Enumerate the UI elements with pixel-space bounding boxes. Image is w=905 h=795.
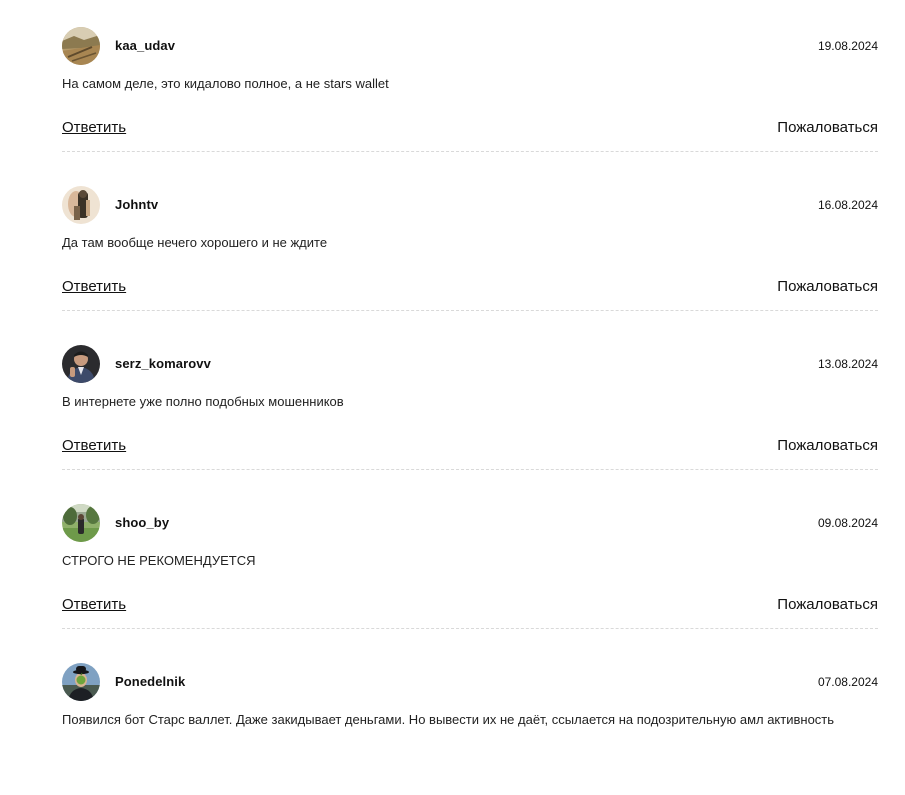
bowler-hat-man-avatar-icon[interactable] [62, 663, 100, 701]
comment-actions: Ответить Пожаловаться [62, 437, 878, 457]
comment-text: В интернете уже полно подобных мошеннико… [62, 394, 344, 409]
park-avatar-icon[interactable] [62, 504, 100, 542]
comment-header: Johntv 16.08.2024 [62, 186, 878, 224]
comment-header: shoo_by 09.08.2024 [62, 504, 878, 542]
landscape-avatar-icon[interactable] [62, 27, 100, 65]
comment-date: 19.08.2024 [817, 39, 878, 53]
report-button[interactable]: Пожаловаться [777, 437, 878, 454]
reply-button[interactable]: Ответить [62, 437, 126, 454]
comment-actions: Ответить Пожаловаться [62, 278, 878, 298]
report-button[interactable]: Пожаловаться [777, 278, 878, 295]
report-button[interactable]: Пожаловаться [777, 596, 878, 613]
comment-item: Johntv 16.08.2024 Да там вообще нечего х… [62, 159, 878, 318]
comment-actions: Ответить Пожаловаться [62, 596, 878, 616]
reply-button[interactable]: Ответить [62, 596, 126, 613]
figure-avatar-icon[interactable] [62, 186, 100, 224]
comment-text: На самом деле, это кидалово полное, а не… [62, 76, 389, 91]
reply-button[interactable]: Ответить [62, 278, 126, 295]
comment-text: Да там вообще нечего хорошего и не ждите [62, 235, 328, 250]
comment-username[interactable]: serz_komarovv [115, 356, 211, 371]
comment-header: serz_komarovv 13.08.2024 [62, 345, 878, 383]
comment-username[interactable]: Ponedelnik [115, 674, 185, 689]
reply-button[interactable]: Ответить [62, 119, 126, 136]
comment-item: Ponedelnik 07.08.2024 Появился бот Старс… [62, 636, 878, 795]
comment-divider [62, 310, 878, 311]
comment-header: Ponedelnik 07.08.2024 [62, 663, 878, 701]
report-button[interactable]: Пожаловаться [777, 119, 878, 136]
comment-text: СТРОГО НЕ РЕКОМЕНДУЕТСЯ [62, 553, 256, 568]
comments-list: kaa_udav 19.08.2024 На самом деле, это к… [62, 0, 878, 795]
comment-username[interactable]: kaa_udav [115, 38, 175, 53]
man-portrait-avatar-icon[interactable] [62, 345, 100, 383]
comment-divider [62, 151, 878, 152]
comment-header: kaa_udav 19.08.2024 [62, 27, 878, 65]
comment-divider [62, 469, 878, 470]
comment-date: 13.08.2024 [817, 357, 878, 371]
comment-username[interactable]: shoo_by [115, 515, 169, 530]
comment-username[interactable]: Johntv [115, 197, 158, 212]
comment-item: serz_komarovv 13.08.2024 В интернете уже… [62, 318, 878, 477]
comment-item: kaa_udav 19.08.2024 На самом деле, это к… [62, 0, 878, 159]
comment-date: 09.08.2024 [817, 516, 878, 530]
comment-divider [62, 628, 878, 629]
comment-text: Появился бот Старс валлет. Даже закидыва… [62, 712, 835, 727]
comment-actions: Ответить Пожаловаться [62, 119, 878, 139]
comment-date: 07.08.2024 [817, 675, 878, 689]
comment-item: shoo_by 09.08.2024 СТРОГО НЕ РЕКОМЕНДУЕТ… [62, 477, 878, 636]
comment-date: 16.08.2024 [817, 198, 878, 212]
